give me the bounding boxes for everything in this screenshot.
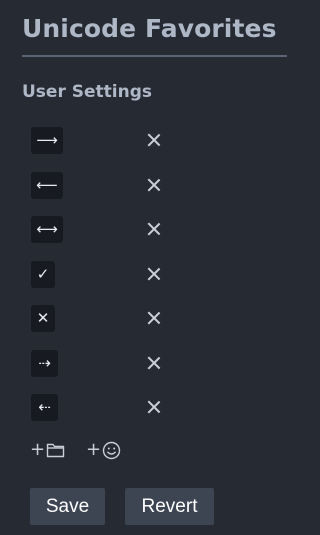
close-icon[interactable] xyxy=(145,220,163,238)
plus-icon: + xyxy=(30,439,46,460)
add-folder-button[interactable]: + xyxy=(30,438,65,462)
title-divider xyxy=(22,55,287,57)
close-icon[interactable] xyxy=(145,265,163,283)
add-emoji-button[interactable]: + xyxy=(86,438,121,462)
favorite-row: ⟵ xyxy=(0,163,287,208)
favorite-row: ✓ xyxy=(0,252,287,297)
panel-title: Unicode Favorites xyxy=(22,14,277,43)
smiley-icon xyxy=(102,441,121,459)
favorite-glyph[interactable]: ✓ xyxy=(31,260,55,288)
favorite-glyph[interactable]: ⟵ xyxy=(31,171,63,199)
add-actions: + + xyxy=(0,438,287,464)
favorite-row: ⇠ xyxy=(0,385,287,430)
favorite-row: ⟷ xyxy=(0,207,287,252)
close-icon[interactable] xyxy=(145,131,163,149)
close-icon[interactable] xyxy=(145,176,163,194)
favorite-glyph[interactable]: ✕ xyxy=(31,305,55,332)
plus-icon: + xyxy=(86,439,102,460)
favorites-list: ⟶ ⟵ ⟷ ✓ ✕ ⇢ ⇠ xyxy=(0,118,287,430)
favorite-glyph[interactable]: ⟷ xyxy=(31,216,63,243)
favorite-glyph[interactable]: ⇢ xyxy=(31,349,58,377)
close-icon[interactable] xyxy=(145,354,163,372)
favorite-row: ⇢ xyxy=(0,341,287,386)
section-title: User Settings xyxy=(22,82,152,102)
close-icon[interactable] xyxy=(145,309,163,327)
favorite-row: ✕ xyxy=(0,296,287,341)
favorite-glyph[interactable]: ⇠ xyxy=(31,394,58,421)
folder-icon xyxy=(46,443,65,458)
favorite-row: ⟶ xyxy=(0,118,287,163)
favorite-glyph[interactable]: ⟶ xyxy=(31,127,63,154)
save-button[interactable]: Save xyxy=(30,488,105,525)
close-icon[interactable] xyxy=(145,398,163,416)
revert-button[interactable]: Revert xyxy=(125,488,214,525)
